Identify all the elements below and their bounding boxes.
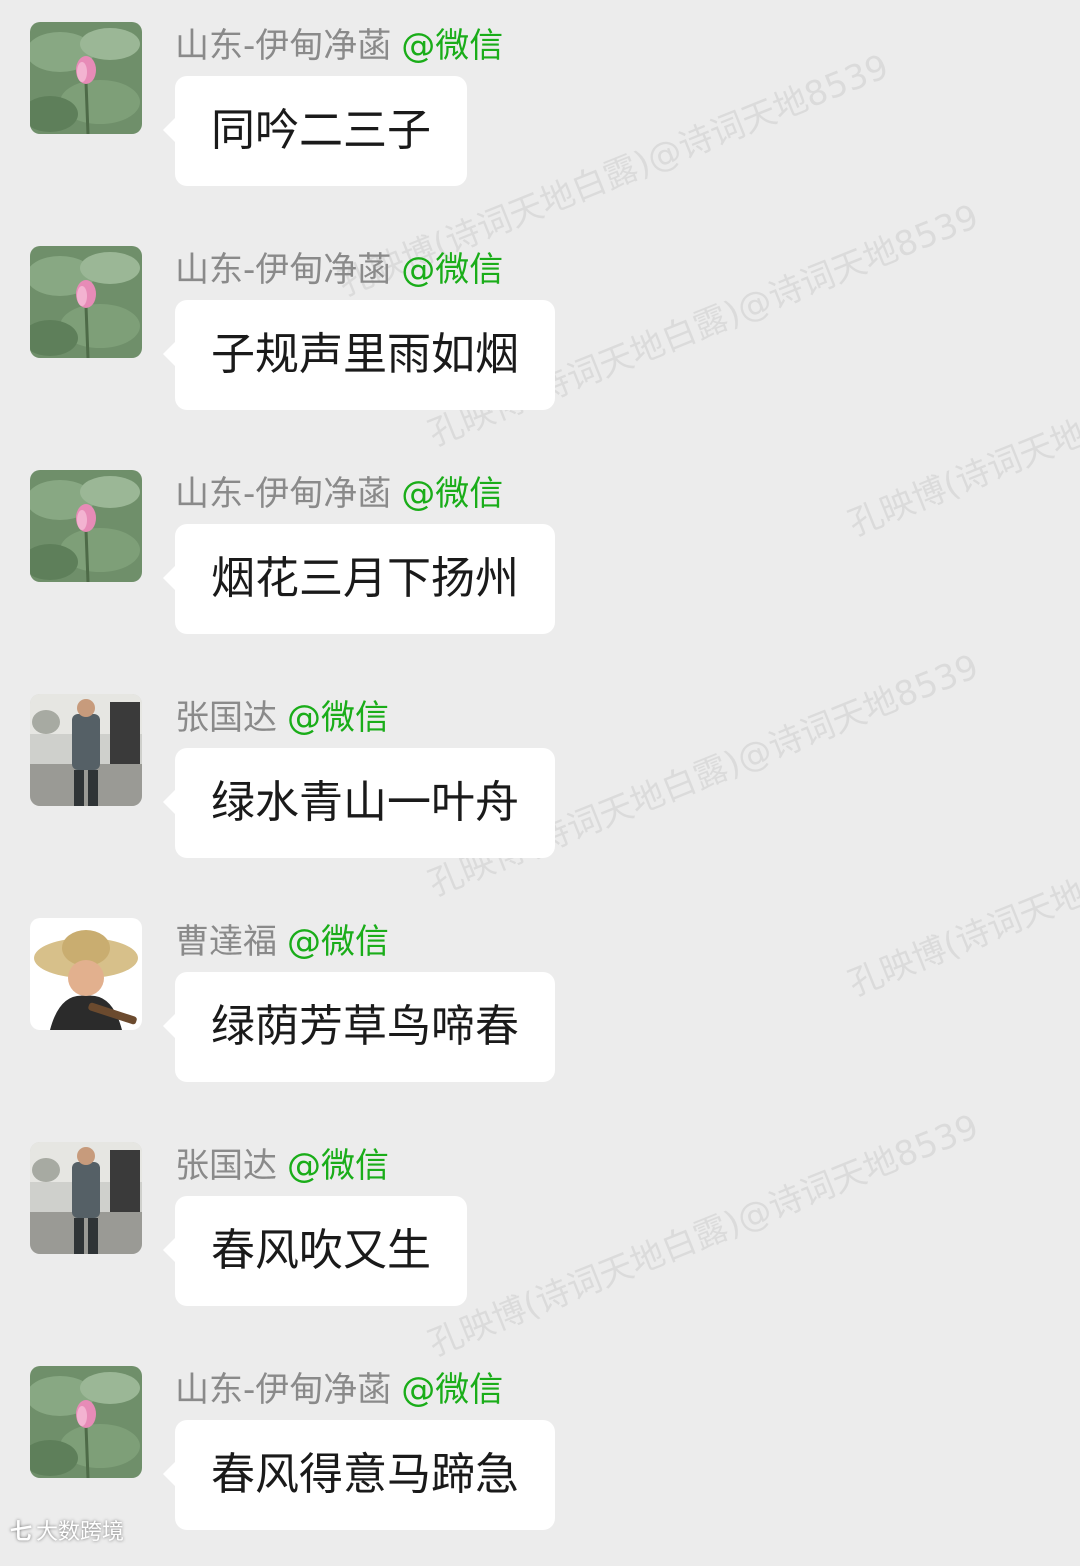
message-bubble[interactable]: 春风吹又生 bbox=[163, 1196, 467, 1306]
lotus-avatar[interactable] bbox=[30, 470, 142, 582]
source-tag: @微信 bbox=[287, 698, 389, 738]
sender-line: 山东-伊甸净菡 @微信 bbox=[175, 250, 503, 290]
sender-line: 山东-伊甸净菡 @微信 bbox=[175, 1370, 503, 1410]
brand-name: 大数跨境 bbox=[36, 1520, 125, 1545]
chat-message: 张国达 @微信 绿水青山一叶舟 bbox=[30, 694, 1030, 894]
sender-line: 曹達福 @微信 bbox=[175, 922, 389, 962]
straw-hat-avatar[interactable] bbox=[30, 918, 142, 1030]
chat-message: 曹達福 @微信 绿荫芳草鸟啼春 bbox=[30, 918, 1030, 1118]
sender-line: 张国达 @微信 bbox=[175, 1146, 389, 1186]
sender-name[interactable]: 张国达 bbox=[175, 1146, 277, 1186]
message-bubble[interactable]: 绿水青山一叶舟 bbox=[163, 748, 555, 858]
chat-message-list[interactable]: 孔映博(诗词天地白露)@诗词天地8539 孔映博(诗词天地白露)@诗词天地853… bbox=[0, 0, 1080, 1549]
man-photo-avatar[interactable] bbox=[30, 1142, 142, 1254]
sender-line: 山东-伊甸净菡 @微信 bbox=[175, 26, 503, 66]
source-tag: @微信 bbox=[401, 474, 504, 514]
sender-name[interactable]: 山东-伊甸净菡 bbox=[175, 250, 391, 290]
lotus-avatar[interactable] bbox=[30, 246, 142, 358]
chat-message: 山东-伊甸净菡 @微信 烟花三月下扬州 bbox=[30, 470, 1030, 670]
chat-message: 山东-伊甸净菡 @微信 同吟二三子 bbox=[30, 22, 1030, 222]
message-bubble[interactable]: 同吟二三子 bbox=[163, 76, 467, 186]
sender-name[interactable]: 山东-伊甸净菡 bbox=[175, 1370, 391, 1410]
source-tag: @微信 bbox=[401, 1370, 504, 1410]
sender-line: 山东-伊甸净菡 @微信 bbox=[175, 474, 503, 514]
source-tag: @微信 bbox=[401, 26, 504, 66]
lotus-avatar[interactable] bbox=[30, 1366, 142, 1478]
message-bubble[interactable]: 春风得意马蹄急 bbox=[163, 1420, 555, 1530]
sender-name[interactable]: 曹達福 bbox=[175, 922, 277, 962]
message-bubble[interactable]: 烟花三月下扬州 bbox=[163, 524, 555, 634]
sender-name[interactable]: 山东-伊甸净菡 bbox=[175, 474, 391, 514]
sender-line: 张国达 @微信 bbox=[175, 698, 389, 738]
brand-logo: 七大数跨境 bbox=[10, 1514, 124, 1546]
chat-message: 张国达 @微信 春风吹又生 bbox=[30, 1142, 1030, 1342]
chat-message: 山东-伊甸净菡 @微信 春风得意马蹄急 bbox=[30, 1366, 1030, 1566]
source-tag: @微信 bbox=[287, 922, 389, 962]
brand-mark-icon: 七 bbox=[10, 1520, 33, 1545]
sender-name[interactable]: 张国达 bbox=[175, 698, 277, 738]
message-bubble[interactable]: 绿荫芳草鸟啼春 bbox=[163, 972, 555, 1082]
source-tag: @微信 bbox=[287, 1146, 389, 1186]
source-tag: @微信 bbox=[401, 250, 504, 290]
lotus-avatar[interactable] bbox=[30, 22, 142, 134]
chat-message: 山东-伊甸净菡 @微信 子规声里雨如烟 bbox=[30, 246, 1030, 446]
sender-name[interactable]: 山东-伊甸净菡 bbox=[175, 26, 391, 66]
message-bubble[interactable]: 子规声里雨如烟 bbox=[163, 300, 555, 410]
man-photo-avatar[interactable] bbox=[30, 694, 142, 806]
